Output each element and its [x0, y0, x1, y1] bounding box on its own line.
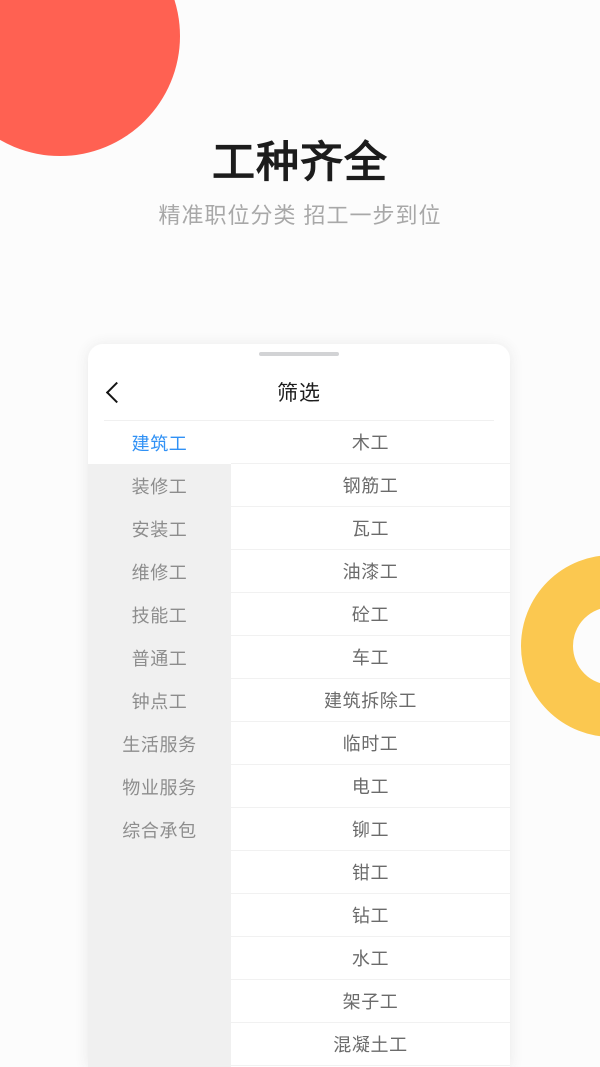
job-item[interactable]: 混凝土工: [231, 1023, 510, 1066]
chevron-left-icon: [105, 381, 128, 403]
category-item[interactable]: 安装工: [88, 507, 231, 550]
job-item[interactable]: 钳工: [231, 851, 510, 894]
sheet-body: 建筑工 装修工 安装工 维修工 技能工 普通工 钟点工 生活服务 物业服务 综合承包 木工 钢筋工瓦…: [88, 421, 510, 1067]
page-subtitle: 精准职位分类 招工一步到位: [158, 202, 442, 228]
sheet-title: 筛选: [277, 382, 321, 405]
category-item[interactable]: 综合承包: [88, 808, 231, 851]
job-item[interactable]: 砼工: [231, 593, 510, 636]
category-list[interactable]: 建筑工 装修工 安装工 维修工 技能工 普通工 钟点工 生活服务 物业服务 综合承包: [88, 421, 231, 1067]
category-item[interactable]: 钟点工: [88, 679, 231, 722]
drag-handle[interactable]: [259, 352, 339, 356]
job-item[interactable]: 木工: [231, 421, 510, 464]
job-item[interactable]: 电工: [231, 765, 510, 808]
job-item[interactable]: 车工: [231, 636, 510, 679]
back-button[interactable]: [104, 364, 148, 420]
category-item[interactable]: 装修工: [88, 464, 231, 507]
sheet-header: 筛选: [104, 364, 494, 421]
category-item[interactable]: 生活服务: [88, 722, 231, 765]
job-item[interactable]: 建筑拆除工: [231, 679, 510, 722]
coral-circle-decoration: [0, 0, 180, 156]
filter-sheet: 筛选 建筑工 装修工 安装工 维修工 技能工 普通工 钟点工 生活服务 物业服务 综合承包 木工钢…: [88, 344, 510, 1067]
category-item[interactable]: 物业服务: [88, 765, 231, 808]
category-item[interactable]: 技能工: [88, 593, 231, 636]
job-list[interactable]: 木工 钢筋工 瓦工 油漆工 砼工 车工 建筑拆除工 临时工 电工 铆工 钳工 钻工 水工 架子工 混凝土工: [231, 421, 510, 1067]
drag-handle-container: [88, 344, 510, 364]
job-item[interactable]: 瓦工: [231, 507, 510, 550]
job-item[interactable]: 架子工: [231, 980, 510, 1023]
category-item[interactable]: 普通工: [88, 636, 231, 679]
job-item[interactable]: 临时工: [231, 722, 510, 765]
job-item[interactable]: 水工: [231, 937, 510, 980]
job-item[interactable]: 钻工: [231, 894, 510, 937]
yellow-ring-decoration: [521, 555, 600, 737]
job-item[interactable]: 铆工: [231, 808, 510, 851]
category-item[interactable]: 建筑工: [88, 421, 231, 464]
job-item[interactable]: 钢筋工: [231, 464, 510, 507]
category-item[interactable]: 维修工: [88, 550, 231, 593]
job-item[interactable]: 油漆工: [231, 550, 510, 593]
